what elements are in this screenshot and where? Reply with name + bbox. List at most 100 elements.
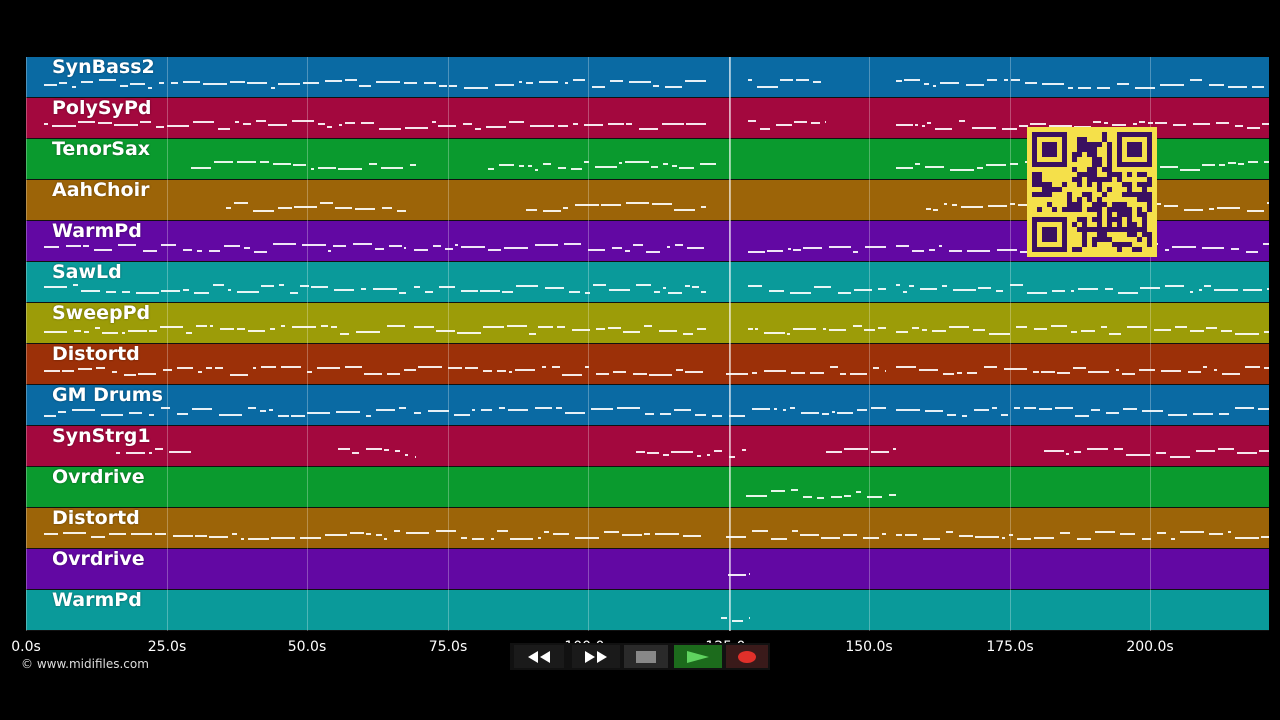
midi-note [311, 286, 328, 288]
midi-note [814, 286, 831, 288]
midi-note [149, 414, 154, 416]
midi-note [44, 370, 60, 372]
midi-note [538, 537, 541, 539]
midi-note [1252, 86, 1264, 88]
midi-note [226, 207, 231, 209]
grid-line [448, 57, 449, 631]
midi-note [1160, 84, 1184, 86]
midi-note [685, 80, 706, 82]
midi-note [415, 456, 416, 458]
midi-note [896, 284, 900, 286]
midi-note [128, 330, 147, 332]
midi-note [335, 207, 352, 209]
midi-note [757, 86, 778, 88]
midi-note [1074, 451, 1081, 453]
midi-note [321, 325, 328, 327]
midi-note [729, 415, 745, 417]
midi-note [414, 249, 428, 251]
midi-note [173, 535, 193, 537]
midi-note [1267, 288, 1269, 290]
midi-note [564, 243, 581, 245]
midi-note [191, 167, 211, 169]
midi-note [652, 203, 672, 205]
midi-note [1190, 79, 1202, 81]
qr-code [1027, 127, 1157, 257]
midi-note [1088, 371, 1109, 373]
midi-note [376, 409, 395, 411]
midi-note [106, 291, 116, 293]
midi-note [660, 413, 671, 415]
midi-note [608, 327, 621, 329]
midi-note [261, 366, 276, 368]
midi-note [780, 79, 793, 81]
track-row: Ovrdrive [26, 549, 1269, 590]
midi-note [260, 161, 269, 163]
midi-note [831, 496, 842, 498]
midi-note [1190, 291, 1193, 293]
midi-note [639, 128, 658, 130]
time-tick-label: 25.0s [147, 639, 187, 655]
midi-note [939, 245, 942, 247]
midi-note [472, 409, 475, 411]
midi-note [352, 452, 359, 454]
midi-note [130, 83, 145, 85]
fast-forward-button[interactable] [572, 645, 620, 668]
record-icon [738, 650, 756, 663]
midi-note [1127, 326, 1147, 328]
midi-note [601, 204, 621, 206]
midi-note [608, 123, 624, 125]
midi-note [457, 332, 481, 334]
midi-note [219, 414, 242, 416]
midi-note [556, 407, 562, 409]
midi-note [665, 86, 682, 88]
midi-note [373, 288, 397, 290]
midi-note [1002, 537, 1005, 539]
midi-note [625, 250, 630, 252]
track-label: Distortd [52, 508, 140, 529]
track-row: Distortd [26, 508, 1269, 549]
record-button[interactable] [726, 645, 768, 668]
midi-note [397, 210, 406, 212]
midi-note [122, 291, 130, 293]
midi-note [933, 85, 936, 87]
midi-note [1078, 87, 1091, 89]
midi-note [683, 535, 701, 537]
midi-note [1034, 537, 1054, 539]
stop-button[interactable] [624, 645, 668, 668]
midi-note [529, 333, 536, 335]
midi-note [81, 81, 93, 83]
midi-note [433, 245, 441, 247]
midi-note [679, 167, 694, 169]
midi-note [803, 496, 812, 498]
midi-note [530, 125, 554, 127]
midi-note [424, 82, 436, 84]
midi-note [625, 161, 649, 163]
midi-note [575, 204, 599, 206]
midi-note [668, 292, 682, 294]
midi-note [1014, 407, 1020, 409]
midi-note [44, 331, 67, 333]
midi-note [149, 330, 157, 332]
midi-note [584, 124, 603, 126]
midi-note [1139, 369, 1155, 371]
midi-note [1228, 86, 1247, 88]
midi-note [793, 328, 816, 330]
play-button[interactable] [674, 645, 722, 668]
midi-note [1188, 371, 1201, 373]
midi-note [942, 285, 947, 287]
midi-note [160, 326, 183, 328]
midi-note [248, 330, 265, 332]
midi-note [1135, 87, 1155, 89]
midi-note [260, 410, 266, 412]
midi-note [1160, 166, 1178, 168]
rewind-button[interactable] [514, 645, 564, 668]
midi-note [1214, 369, 1217, 371]
midi-note [439, 286, 455, 288]
midi-note [787, 333, 790, 335]
midi-note [940, 82, 959, 84]
midi-note [791, 489, 798, 491]
midi-note [1027, 292, 1047, 294]
midi-note [966, 84, 984, 86]
midi-note [66, 245, 81, 247]
midi-note [794, 121, 807, 123]
